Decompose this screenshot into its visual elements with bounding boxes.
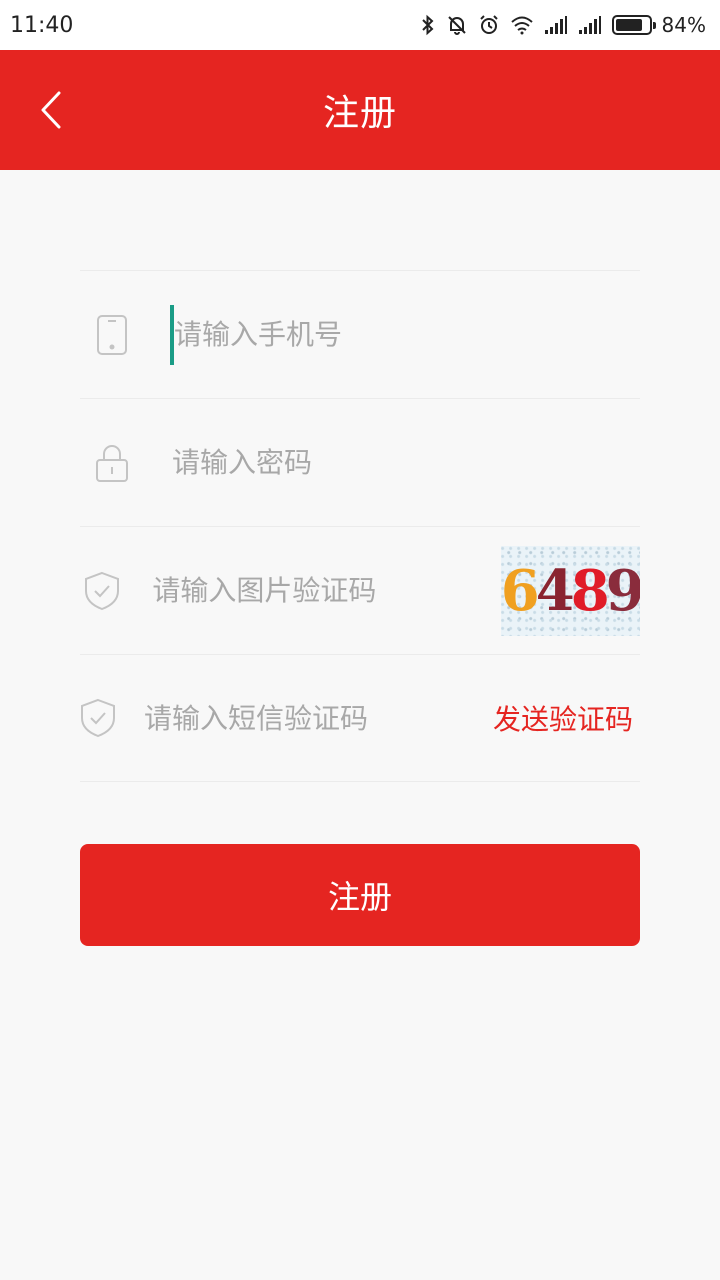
captcha-digit: 6 [501, 557, 539, 624]
lock-icon [80, 431, 144, 495]
app-bar: 注册 [0, 50, 720, 170]
shield-check-icon [80, 559, 124, 623]
battery-level [615, 19, 643, 31]
password-input[interactable] [168, 432, 640, 493]
phone-icon [80, 303, 144, 367]
shield-check-icon [80, 686, 116, 750]
captcha-digit: 9 [605, 557, 640, 624]
captcha-digit: 8 [570, 557, 610, 624]
status-icons: 84% [420, 13, 706, 37]
status-bar: 11:40 84% [0, 0, 720, 50]
page-title: 注册 [322, 93, 397, 134]
sms-code-input[interactable] [140, 688, 493, 748]
captcha-image[interactable]: 6489 [501, 545, 640, 636]
battery-icon [611, 15, 656, 35]
password-row [80, 398, 640, 526]
register-button[interactable]: 注册 [80, 844, 640, 946]
captcha-text: 6489 [501, 558, 640, 624]
captcha-digit: 4 [535, 557, 575, 624]
sms-code-row: 发送验证码 [80, 654, 640, 782]
back-button[interactable] [26, 80, 76, 140]
image-code-row: 6489 [80, 526, 640, 654]
signal-icon-2 [578, 16, 601, 34]
alarm-icon [479, 15, 498, 34]
image-code-input[interactable] [148, 560, 502, 621]
mute-bell-icon [447, 16, 466, 35]
phone-row [80, 270, 640, 398]
chevron-left-icon [41, 91, 61, 129]
battery-percent: 84% [661, 13, 706, 37]
phone-input[interactable] [170, 304, 640, 365]
register-form: 6489 发送验证码 [80, 270, 640, 782]
signal-icon [544, 16, 567, 34]
bluetooth-icon [421, 14, 434, 36]
send-code-button[interactable]: 发送验证码 [493, 698, 633, 738]
wifi-icon [510, 16, 533, 35]
status-time: 11:40 [10, 12, 74, 38]
